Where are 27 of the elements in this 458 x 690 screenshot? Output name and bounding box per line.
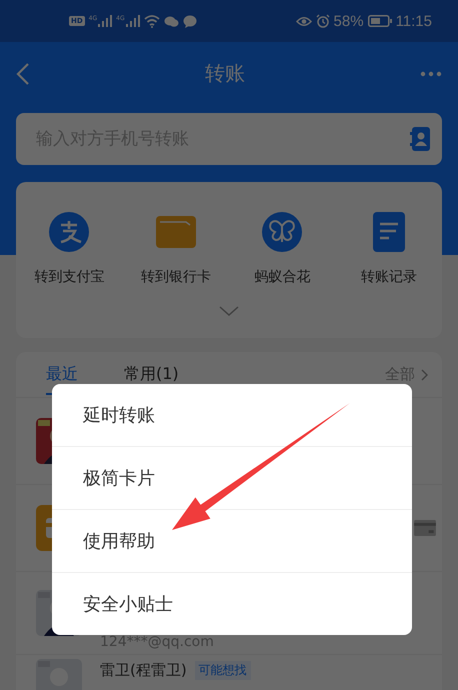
back-icon[interactable] (16, 62, 30, 86)
more-icon[interactable] (420, 70, 442, 76)
butterfly-icon[interactable] (262, 212, 302, 252)
signal-icon (126, 15, 140, 27)
clock-time: 11:15 (396, 12, 432, 30)
shortcut-label[interactable]: 蚂蚁合花 (254, 268, 310, 286)
alipay-icon[interactable] (49, 212, 90, 252)
wifi-icon (144, 14, 160, 28)
menu-item[interactable]: 安全小贴士 (52, 573, 412, 635)
expand-icon[interactable] (219, 306, 239, 316)
shortcut-label[interactable]: 转账记录 (360, 268, 417, 286)
battery-percent: 58% (334, 12, 364, 30)
contacts-icon[interactable] (410, 127, 430, 151)
contact-tag: 可能想找 (194, 661, 251, 680)
card-icon (414, 520, 436, 536)
contact-name: 雷卫(程雷卫) (100, 661, 187, 680)
message-icon (182, 14, 197, 28)
battery-icon (368, 15, 392, 27)
chevron-right-icon[interactable] (421, 368, 428, 380)
eye-icon (296, 16, 312, 26)
alarm-icon (316, 14, 330, 28)
shortcut-label[interactable]: 转到银行卡 (140, 268, 211, 286)
shortcut-label[interactable]: 转到支付宝 (34, 268, 104, 286)
chat-icon (164, 14, 179, 28)
page-title: 转账 (205, 60, 245, 87)
signal-icon (98, 15, 112, 27)
document-icon[interactable] (372, 212, 405, 252)
